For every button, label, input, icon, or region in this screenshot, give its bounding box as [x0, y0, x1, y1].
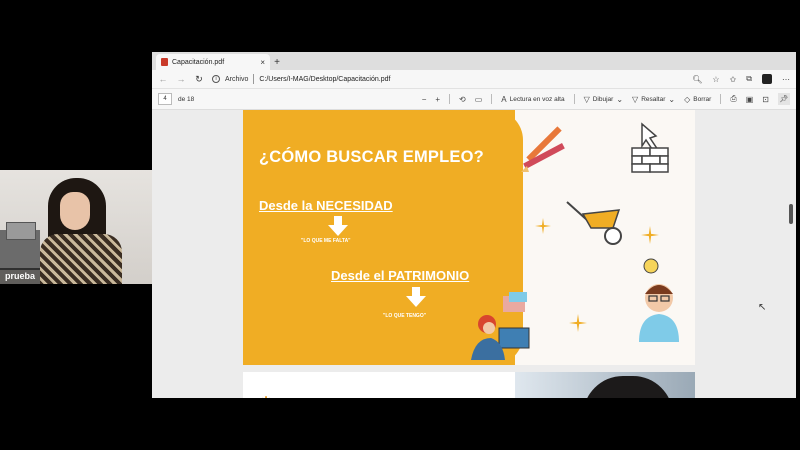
- read-aloud-icon: A: [501, 94, 507, 104]
- favorite-star-icon[interactable]: ☆: [712, 75, 719, 84]
- sparkle-icon: ✱: [261, 394, 271, 398]
- draw-label: Dibujar: [592, 95, 614, 103]
- toolbar-separator: [573, 94, 575, 104]
- screen: prueba Capacitación.pdf × + ← → ↻ i Arch…: [0, 0, 800, 450]
- participant-video: prueba: [0, 170, 152, 284]
- draw-icon: ▽: [583, 94, 590, 104]
- highlight-label: Resaltar: [641, 95, 666, 103]
- back-icon[interactable]: ←: [158, 74, 168, 84]
- draw-button[interactable]: ▽ Dibujar ⌄: [584, 95, 623, 104]
- zoom-icon[interactable]: 🔍︎: [692, 75, 702, 84]
- tab-title: Capacitación.pdf: [172, 58, 225, 66]
- pdf-tools: − + ⟲ ▭ A Lectura en voz alta ▽ Dibujar …: [422, 93, 790, 105]
- slide-title: ¿CÓMO BUSCAR EMPLEO?: [259, 148, 484, 166]
- profile-avatar[interactable]: [762, 74, 772, 84]
- down-arrow-icon: [328, 216, 348, 236]
- toolbar-separator: [449, 94, 451, 104]
- new-tab-button[interactable]: +: [270, 54, 284, 70]
- fit-page-icon[interactable]: ▭: [475, 95, 483, 104]
- refresh-icon[interactable]: ↻: [194, 74, 204, 85]
- browser-window: Capacitación.pdf × + ← → ↻ i Archivo C:/…: [152, 52, 796, 398]
- zoom-in-icon[interactable]: +: [435, 95, 440, 104]
- highlight-icon: ▽: [632, 94, 639, 104]
- pencils-icon: [521, 126, 565, 172]
- page-total: de 18: [178, 95, 195, 103]
- url-text[interactable]: C:/Users/I-MAG/Desktop/Capacitación.pdf: [259, 76, 390, 83]
- brick-wall-icon: [631, 122, 669, 173]
- participant-face: [60, 192, 90, 230]
- participant-body: [40, 234, 122, 284]
- tab-close-icon[interactable]: ×: [260, 58, 265, 67]
- scrollbar-thumb[interactable]: [789, 204, 793, 224]
- tab-bar: Capacitación.pdf × +: [152, 52, 796, 70]
- sparkle-icon: [535, 218, 551, 234]
- address-bar-row: ← → ↻ i Archivo C:/Users/I-MAG/Desktop/C…: [152, 70, 796, 89]
- highlight-button[interactable]: ▽ Resaltar ⌄: [632, 95, 675, 104]
- erase-label: Borrar: [693, 95, 712, 103]
- mouse-cursor-icon: ↖: [758, 302, 767, 313]
- tab-capacitacion[interactable]: Capacitación.pdf ×: [156, 54, 270, 70]
- page-number-input[interactable]: 4: [158, 93, 172, 105]
- highlight-chevron-down-icon[interactable]: ⌄: [668, 95, 675, 104]
- down-arrow-icon: [406, 287, 426, 307]
- print-icon[interactable]: ⎙: [730, 94, 736, 104]
- video-printer: [6, 222, 36, 240]
- sparkle-icon: [569, 314, 587, 332]
- zoom-out-icon[interactable]: −: [422, 95, 427, 104]
- save-icon[interactable]: ▣: [746, 95, 754, 104]
- next-slide-page: ✱: [243, 372, 695, 398]
- forward-icon[interactable]: →: [176, 74, 186, 84]
- erase-button[interactable]: ◇ Borrar: [684, 95, 711, 104]
- sparkle-icon: [641, 226, 659, 244]
- save-as-icon[interactable]: ⊡: [762, 95, 769, 104]
- pdf-viewport[interactable]: ¿CÓMO BUSCAR EMPLEO? Desde la NECESIDAD …: [152, 110, 796, 398]
- eraser-icon: ◇: [684, 94, 691, 104]
- pdf-icon: [161, 58, 168, 66]
- participant-name: prueba: [0, 268, 41, 284]
- read-aloud-label: Lectura en voz alta: [509, 95, 565, 103]
- pdf-toolbar: 4 de 18 − + ⟲ ▭ A Lectura en voz alta ▽ …: [152, 89, 796, 110]
- slide-patrimony-heading: Desde el PATRIMONIO: [331, 268, 470, 283]
- idea-person-icon: [639, 258, 679, 342]
- address-bar[interactable]: i Archivo C:/Users/I-MAG/Desktop/Capacit…: [212, 72, 684, 86]
- site-label: Archivo: [225, 75, 249, 83]
- more-icon[interactable]: ⋯: [782, 75, 790, 84]
- office-worker-icon: [471, 292, 530, 360]
- collections-icon[interactable]: ⧉: [746, 74, 752, 84]
- info-icon[interactable]: i: [212, 75, 220, 83]
- pin-toolbar-icon[interactable]: 📌︎: [778, 93, 790, 105]
- slide-need-caption: "LO QUE ME FALTA": [301, 238, 351, 244]
- slide-page: ¿CÓMO BUSCAR EMPLEO? Desde la NECESIDAD …: [243, 110, 695, 365]
- rotate-icon[interactable]: ⟲: [459, 95, 466, 104]
- wheelbarrow-icon: [566, 201, 622, 245]
- slide-patrimony-caption: "LO QUE TENGO": [383, 313, 427, 319]
- slide-need-heading: Desde la NECESIDAD: [259, 198, 393, 213]
- toolbar-separator: [491, 94, 493, 104]
- draw-chevron-down-icon[interactable]: ⌄: [616, 95, 623, 104]
- address-actions: 🔍︎ ☆ ✩ ⧉ ⋯: [692, 74, 790, 84]
- toolbar-separator: [720, 94, 722, 104]
- read-aloud-button[interactable]: A Lectura en voz alta: [501, 95, 564, 104]
- address-separator: [253, 74, 255, 84]
- favorites-icon[interactable]: ✩: [730, 75, 737, 84]
